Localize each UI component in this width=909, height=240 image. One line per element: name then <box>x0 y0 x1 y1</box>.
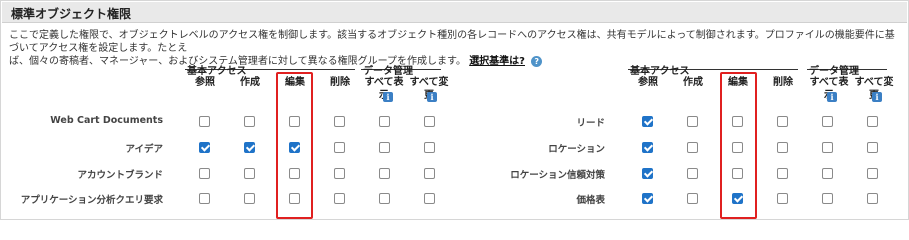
right-delete-checkbox[interactable] <box>777 193 788 204</box>
right-read-checkbox[interactable] <box>642 116 653 127</box>
left-read-checkbox[interactable] <box>199 168 210 179</box>
right-create-checkbox[interactable] <box>687 168 698 179</box>
basic-access-label-right: 基本アクセス <box>630 66 690 77</box>
right-view-all-checkbox[interactable] <box>822 142 833 153</box>
left-view-all-checkbox[interactable] <box>379 116 390 127</box>
left-modify-all-checkbox[interactable] <box>424 193 435 204</box>
col-delete-right: 削除 <box>773 77 793 88</box>
left-create-checkbox[interactable] <box>244 193 255 204</box>
row-label: ロケーション信頼対策 <box>510 170 605 181</box>
right-create-checkbox[interactable] <box>687 116 698 127</box>
right-read-checkbox[interactable] <box>642 168 653 179</box>
data-mgmt-label-left: データ管理 <box>363 66 413 77</box>
view-all-info-icon-right[interactable]: i <box>827 92 837 102</box>
left-modify-all-checkbox[interactable] <box>424 168 435 179</box>
right-view-all-checkbox[interactable] <box>822 168 833 179</box>
edit-column-highlight-right <box>720 72 757 219</box>
basic-access-label-left: 基本アクセス <box>187 66 247 77</box>
col-read-left: 参照 <box>195 77 215 88</box>
left-read-checkbox[interactable] <box>199 193 210 204</box>
right-modify-all-checkbox[interactable] <box>867 168 878 179</box>
right-delete-checkbox[interactable] <box>777 116 788 127</box>
right-create-checkbox[interactable] <box>687 193 698 204</box>
left-create-checkbox[interactable] <box>244 142 255 153</box>
left-delete-checkbox[interactable] <box>334 142 345 153</box>
data-mgmt-label-right: データ管理 <box>809 66 859 77</box>
view-all-info-icon-left[interactable]: i <box>383 92 393 102</box>
left-view-all-checkbox[interactable] <box>379 168 390 179</box>
row-label: アイデア <box>125 144 163 155</box>
row-label: ロケーション <box>548 144 605 155</box>
left-create-checkbox[interactable] <box>244 116 255 127</box>
right-modify-all-checkbox[interactable] <box>867 142 878 153</box>
left-delete-checkbox[interactable] <box>334 116 345 127</box>
modify-all-info-icon-right[interactable]: i <box>872 92 882 102</box>
right-view-all-checkbox[interactable] <box>822 116 833 127</box>
right-modify-all-checkbox[interactable] <box>867 116 878 127</box>
left-read-checkbox[interactable] <box>199 142 210 153</box>
section-header: 標準オブジェクト権限 <box>2 2 907 23</box>
modify-all-info-icon-left[interactable]: i <box>427 92 437 102</box>
row-label: アカウントブランド <box>77 170 163 181</box>
section-title: 標準オブジェクト権限 <box>11 7 132 21</box>
right-read-checkbox[interactable] <box>642 193 653 204</box>
right-modify-all-checkbox[interactable] <box>867 193 878 204</box>
left-view-all-checkbox[interactable] <box>379 193 390 204</box>
col-create-left: 作成 <box>240 77 260 88</box>
col-modify-all-left-line1: すべて変 <box>409 77 449 88</box>
row-label: 価格表 <box>576 195 605 206</box>
selection-criteria-link[interactable]: 選択基準は? <box>469 56 525 67</box>
left-view-all-checkbox[interactable] <box>379 142 390 153</box>
col-view-all-right-line1: すべて表 <box>809 77 849 88</box>
col-modify-all-right-line1: すべて変 <box>854 77 894 88</box>
description: ここで定義した権限で、オブジェクトレベルのアクセス権を制御します。該当するオブジ… <box>9 29 899 68</box>
left-create-checkbox[interactable] <box>244 168 255 179</box>
right-delete-checkbox[interactable] <box>777 142 788 153</box>
col-delete-left: 削除 <box>330 77 350 88</box>
right-delete-checkbox[interactable] <box>777 168 788 179</box>
object-permissions-panel: 標準オブジェクト権限 ここで定義した権限で、オブジェクトレベルのアクセス権を制御… <box>0 0 909 220</box>
row-label: リード <box>576 118 605 129</box>
left-delete-checkbox[interactable] <box>334 193 345 204</box>
help-icon[interactable]: ? <box>531 55 543 67</box>
right-create-checkbox[interactable] <box>687 142 698 153</box>
left-read-checkbox[interactable] <box>199 116 210 127</box>
description-line-1: ここで定義した権限で、オブジェクトレベルのアクセス権を制御します。該当するオブジ… <box>9 30 895 54</box>
row-label: アプリケーション分析クエリ要求 <box>20 195 163 206</box>
edit-column-highlight-left <box>276 72 313 219</box>
left-modify-all-checkbox[interactable] <box>424 142 435 153</box>
col-read-right: 参照 <box>638 77 658 88</box>
right-view-all-checkbox[interactable] <box>822 193 833 204</box>
col-view-all-left-line1: すべて表 <box>364 77 404 88</box>
left-delete-checkbox[interactable] <box>334 168 345 179</box>
col-create-right: 作成 <box>683 77 703 88</box>
row-label: Web Cart Documents <box>50 115 163 126</box>
right-read-checkbox[interactable] <box>642 142 653 153</box>
left-modify-all-checkbox[interactable] <box>424 116 435 127</box>
